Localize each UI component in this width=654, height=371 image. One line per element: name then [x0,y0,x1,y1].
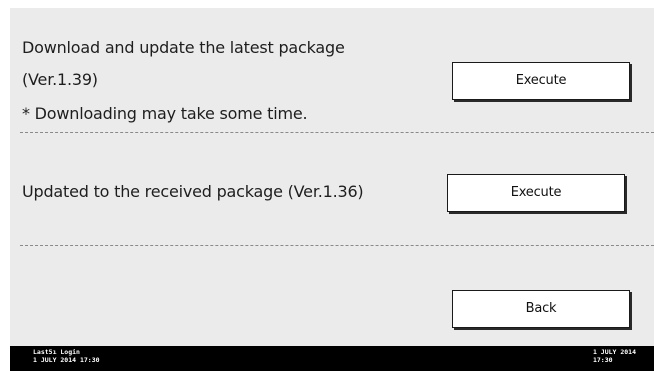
section-divider [20,245,654,246]
status-bar: Last5ı Login 1 JULY 2014 17:30 1 JULY 20… [10,346,654,371]
last-login-label: Last5ı Login [33,348,80,356]
section-divider [20,132,654,133]
received-package-description: Updated to the received package (Ver.1.3… [22,182,364,201]
current-date: 1 JULY 2014 [592,348,636,356]
content-panel: Download and update the latest package (… [10,8,654,346]
last-login-datetime: 1 JULY 2014 17:30 [33,356,100,364]
execute-download-button[interactable]: Execute [452,62,630,100]
latest-version-label: (Ver.1.39) [22,70,98,89]
back-button[interactable]: Back [452,290,630,328]
execute-received-update-button[interactable]: Execute [447,174,625,212]
download-description: Download and update the latest package [22,38,345,57]
current-datetime: 1 JULY 2014 17:30 [593,348,636,364]
download-note: * Downloading may take some time. [22,104,308,123]
current-time: 17:30 [592,356,613,364]
update-screen: Download and update the latest package (… [0,0,654,371]
last-login-info: Last5ı Login 1 JULY 2014 17:30 [33,348,100,364]
